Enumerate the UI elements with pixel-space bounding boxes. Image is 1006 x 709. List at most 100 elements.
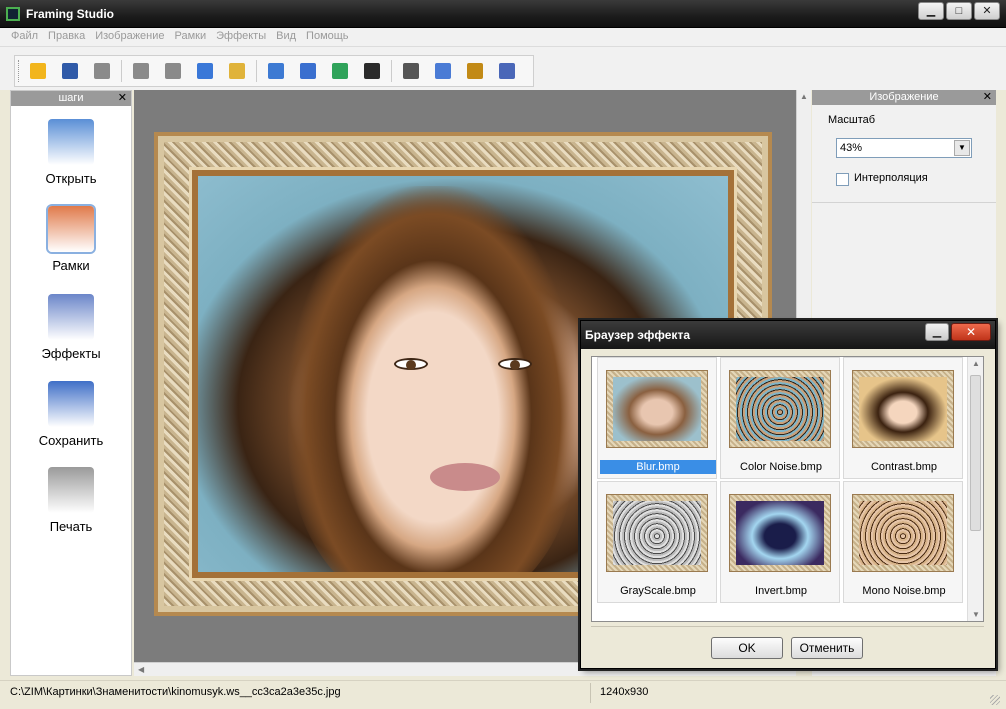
photo-eye-right (498, 358, 532, 370)
scale-select[interactable]: 43% ▼ (836, 138, 972, 158)
text-button[interactable] (462, 60, 488, 82)
rotate-icon (435, 63, 451, 79)
steps-panel-title: шаги (58, 92, 84, 104)
step-frames[interactable]: Рамки (11, 206, 131, 273)
menu-image[interactable]: Изображение (90, 28, 169, 46)
effect-list: ▲ ▼ Blur.bmp Color Noise.bmp Contrast.bmp G… (591, 356, 984, 622)
frame-button[interactable] (295, 60, 321, 82)
menu-help[interactable]: Помощь (301, 28, 354, 46)
dialog-minimize-button[interactable]: ▁ (925, 323, 949, 341)
effect-item[interactable]: Color Noise.bmp (720, 357, 840, 479)
menu-bar: Файл Правка Изображение Рамки Эффекты Ви… (0, 28, 1006, 46)
step-printer[interactable]: Печать (11, 467, 131, 534)
chevron-down-icon[interactable]: ▼ (954, 140, 970, 156)
ok-button[interactable]: OK (711, 637, 783, 659)
scroll-thumb[interactable] (970, 375, 981, 531)
toolbar-area (0, 46, 1006, 90)
open-button[interactable] (25, 60, 51, 82)
scroll-down-icon[interactable]: ▼ (972, 610, 980, 619)
interpolation-checkbox[interactable] (836, 173, 849, 186)
effect-preview-image (613, 377, 701, 441)
step-folder[interactable]: Открыть (11, 119, 131, 186)
image-icon (268, 63, 284, 79)
redo-button[interactable] (160, 60, 186, 82)
effect-item[interactable]: Invert.bmp (720, 481, 840, 603)
properties-button[interactable] (494, 60, 520, 82)
effect-preview-image (859, 501, 947, 565)
border-button[interactable] (359, 60, 385, 82)
effect-preview-image (859, 377, 947, 441)
step-label: Печать (49, 519, 93, 534)
paste-icon (229, 63, 245, 79)
scroll-left-icon[interactable]: ◀ (138, 665, 144, 674)
dialog-title-bar: Браузер эффекта ▁ ✕ (581, 321, 995, 349)
save-icon (62, 63, 78, 79)
effects-icon (48, 294, 94, 340)
picture-button[interactable] (327, 60, 353, 82)
effect-preview-image (736, 501, 824, 565)
menu-file[interactable]: Файл (6, 28, 43, 46)
step-effects[interactable]: Эффекты (11, 294, 131, 361)
toolbar-separator (256, 60, 257, 82)
photo-lips (430, 463, 500, 491)
effect-preview-image (736, 377, 824, 441)
undo-button[interactable] (128, 60, 154, 82)
save-button[interactable] (57, 60, 83, 82)
effect-item[interactable]: Mono Noise.bmp (843, 481, 963, 603)
menu-view[interactable]: Вид (271, 28, 301, 46)
effect-item[interactable]: Contrast.bmp (843, 357, 963, 479)
frames-icon (48, 206, 94, 252)
maximize-button[interactable]: □ (946, 2, 972, 20)
effect-thumbnail (852, 370, 954, 448)
toolbar (14, 55, 534, 87)
effect-list-scrollbar[interactable]: ▲ ▼ (967, 357, 983, 621)
effect-item[interactable]: GrayScale.bmp (597, 481, 717, 603)
photo-eye-left (394, 358, 428, 370)
paste-button[interactable] (224, 60, 250, 82)
dialog-divider (591, 626, 984, 627)
copy-button[interactable] (192, 60, 218, 82)
steps-panel-close-icon[interactable]: ✕ (118, 91, 127, 106)
border-icon (364, 63, 380, 79)
menu-edit[interactable]: Правка (43, 28, 90, 46)
effect-label: Invert.bmp (755, 585, 807, 597)
step-label: Рамки (52, 258, 90, 273)
floppy-icon (48, 381, 94, 427)
menu-effects[interactable]: Эффекты (211, 28, 271, 46)
printer-icon (48, 467, 94, 513)
resize-grip-icon[interactable] (990, 695, 1000, 705)
menu-frames[interactable]: Рамки (170, 28, 212, 46)
image-button[interactable] (263, 60, 289, 82)
rotate-button[interactable] (430, 60, 456, 82)
effect-thumbnail (729, 370, 831, 448)
effect-browser-dialog: Браузер эффекта ▁ ✕ ▲ ▼ Blur.bmp Color No… (580, 320, 996, 669)
crop-button[interactable] (398, 60, 424, 82)
title-bar: Framing Studio ▁ □ ✕ (0, 0, 1006, 28)
close-button[interactable]: ✕ (974, 2, 1000, 20)
step-label: Эффекты (41, 346, 101, 361)
scroll-up-icon[interactable]: ▲ (972, 359, 980, 368)
cancel-button[interactable]: Отменить (791, 637, 863, 659)
status-bar: C:\ZIM\Картинки\Знаменитости\kinomusyk.w… (0, 680, 1006, 709)
scale-label: Масштаб (828, 114, 876, 126)
interpolation-label[interactable]: Интерполяция (854, 172, 928, 184)
step-label: Открыть (45, 171, 97, 186)
steps-panel-header: шаги ✕ (11, 91, 131, 106)
effect-label: Mono Noise.bmp (862, 585, 946, 597)
step-label: Сохранить (38, 433, 104, 448)
status-divider (590, 683, 591, 703)
effect-label: Contrast.bmp (870, 461, 938, 473)
toolbar-separator (121, 60, 122, 82)
dialog-close-button[interactable]: ✕ (951, 323, 991, 341)
image-panel-close-icon[interactable]: ✕ (983, 90, 992, 105)
photo-face (288, 186, 578, 572)
effect-item[interactable]: Blur.bmp (597, 357, 717, 479)
step-floppy[interactable]: Сохранить (11, 381, 131, 448)
properties-icon (499, 63, 515, 79)
scroll-up-icon[interactable]: ▲ (800, 92, 808, 101)
effect-label: Blur.bmp (600, 460, 716, 474)
minimize-button[interactable]: ▁ (918, 2, 944, 20)
status-file-path: C:\ZIM\Картинки\Знаменитости\kinomusyk.w… (10, 686, 341, 698)
toolbar-grip[interactable] (18, 60, 20, 82)
print-button[interactable] (89, 60, 115, 82)
